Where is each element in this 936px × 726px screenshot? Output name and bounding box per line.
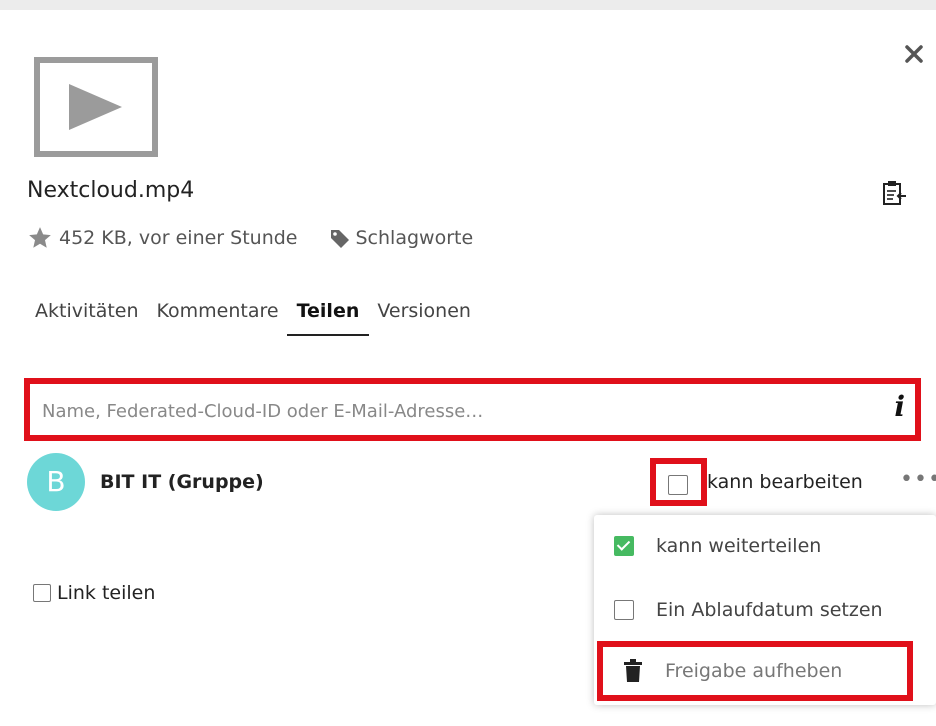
edit-permission-highlight [650,458,707,506]
menu-item-label: kann weiterteilen [656,535,822,557]
menu-item-unshare[interactable]: Freigabe aufheben [623,659,842,683]
link-share-label: Link teilen [57,582,156,604]
avatar: B [27,453,85,511]
menu-item-label: Ein Ablaufdatum setzen [656,599,883,621]
can-edit-label[interactable]: kann bearbeiten [707,471,863,493]
tab-bar: Aktivitäten Kommentare Teilen Versionen [35,300,489,336]
file-size-time: 452 KB, vor einer Stunde [59,227,298,249]
tab-comments[interactable]: Kommentare [157,300,279,336]
share-search-input[interactable] [40,396,864,426]
unshare-highlight: Freigabe aufheben [597,641,913,701]
can-edit-checkbox[interactable] [668,475,688,495]
copy-link-button[interactable] [878,178,910,210]
share-recipient-name: BIT IT (Gruppe) [100,471,264,493]
set-expiration-checkbox[interactable] [614,600,634,620]
sidebar-panel: Nextcloud.mp4 452 KB, vor einer Stunde S… [0,10,936,726]
tags-label: Schlagworte [355,227,474,249]
menu-item-label: Freigabe aufheben [665,660,843,682]
menu-item-can-reshare[interactable]: kann weiterteilen [614,535,821,557]
file-meta: 452 KB, vor einer Stunde Schlagworte [27,225,473,251]
close-icon [905,45,923,63]
file-thumbnail[interactable] [34,57,158,161]
video-play-icon [34,57,158,157]
info-icon[interactable]: i [894,390,905,423]
tags-button[interactable]: Schlagworte [328,226,474,250]
menu-item-set-expiration[interactable]: Ein Ablaufdatum setzen [614,599,883,621]
can-reshare-checkbox[interactable] [614,536,634,556]
more-options-icon[interactable]: ••• [900,469,936,491]
close-button[interactable] [898,38,930,70]
tab-versions[interactable]: Versionen [377,300,471,336]
share-search-highlight: i [24,378,921,441]
trash-icon [624,659,642,682]
clipboard-icon [883,181,906,205]
favorite-star-icon[interactable] [27,225,53,251]
tab-activities[interactable]: Aktivitäten [35,300,139,336]
file-name: Nextcloud.mp4 [27,178,195,203]
link-share-checkbox[interactable] [33,584,51,602]
tab-sharing[interactable]: Teilen [286,300,370,336]
tag-icon [330,230,349,248]
link-share-toggle[interactable]: Link teilen [33,582,155,604]
